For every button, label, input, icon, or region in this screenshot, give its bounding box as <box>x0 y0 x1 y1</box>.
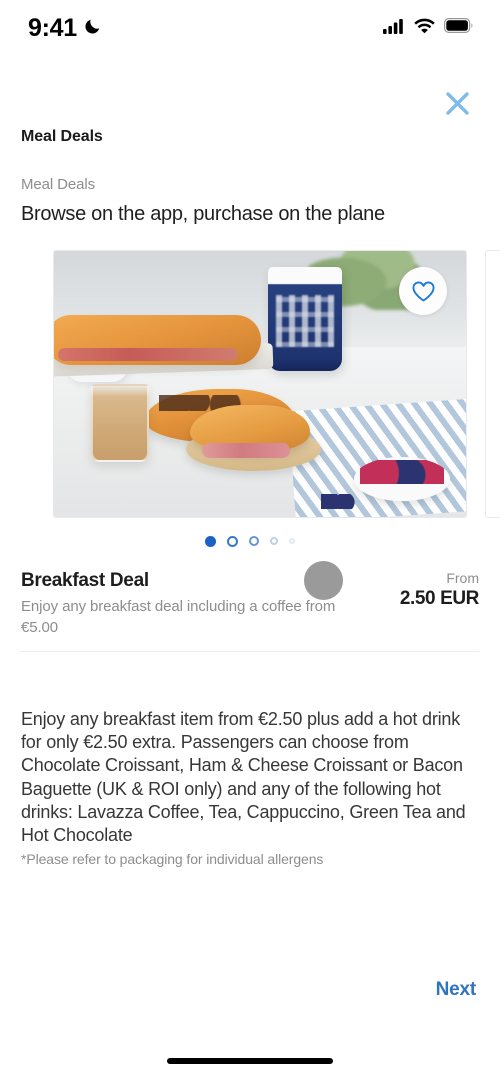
deal-image-carousel[interactable] <box>0 250 500 520</box>
close-x-icon <box>445 91 469 115</box>
favorite-button[interactable] <box>399 267 447 315</box>
home-indicator[interactable] <box>167 1058 333 1064</box>
page-dot-3[interactable] <box>249 536 259 546</box>
next-button[interactable]: Next <box>436 979 477 1001</box>
price-value: 2.50 EUR <box>399 588 480 609</box>
crescent-moon-icon <box>84 16 103 40</box>
deal-summary-row: Breakfast Deal Enjoy any breakfast deal … <box>21 570 479 639</box>
page-dot-2[interactable] <box>227 535 238 547</box>
price-from-label: From <box>446 570 479 586</box>
deal-subtitle: Enjoy any breakfast deal including a cof… <box>21 598 336 637</box>
carousel-card-next[interactable] <box>485 250 500 518</box>
deal-price-block: From 2.50 EUR <box>375 570 480 610</box>
signal-bars-icon <box>383 18 405 39</box>
bacon-baguette <box>54 314 261 365</box>
deal-description: Enjoy any breakfast item from €2.50 plus… <box>21 709 466 846</box>
status-bar: 9:41 <box>0 0 500 56</box>
section-heading: Browse on the app, purchase on the plane <box>21 203 385 225</box>
loose-berries <box>320 494 355 510</box>
status-bar-clock: 9:41 <box>28 13 77 42</box>
page-dot-1[interactable] <box>205 535 216 547</box>
berry-bowl <box>353 457 450 502</box>
close-button[interactable] <box>436 82 478 124</box>
battery-full-icon <box>444 18 474 38</box>
heart-outline-icon <box>411 281 435 301</box>
carousel-page-dots[interactable] <box>0 534 500 548</box>
coffee-cup <box>268 266 343 371</box>
status-bar-right <box>383 18 474 39</box>
page-dot-4[interactable] <box>270 537 278 545</box>
section-divider <box>20 651 479 652</box>
page-title: Meal Deals <box>21 128 103 145</box>
section-eyebrow: Meal Deals <box>21 176 96 193</box>
ham-cheese-croissant <box>189 405 310 459</box>
page-dot-5[interactable] <box>289 538 295 544</box>
allergen-note: *Please refer to packaging for individua… <box>21 851 324 867</box>
carousel-card-active[interactable] <box>53 250 467 518</box>
wifi-icon <box>414 18 435 39</box>
touch-cursor-indicator <box>304 561 343 600</box>
status-bar-left: 9:41 <box>28 14 103 43</box>
meal-deals-screen: 9:41 Meal Deals Meal Deals Browse on the… <box>0 0 500 1080</box>
coffee-glass <box>91 384 150 462</box>
